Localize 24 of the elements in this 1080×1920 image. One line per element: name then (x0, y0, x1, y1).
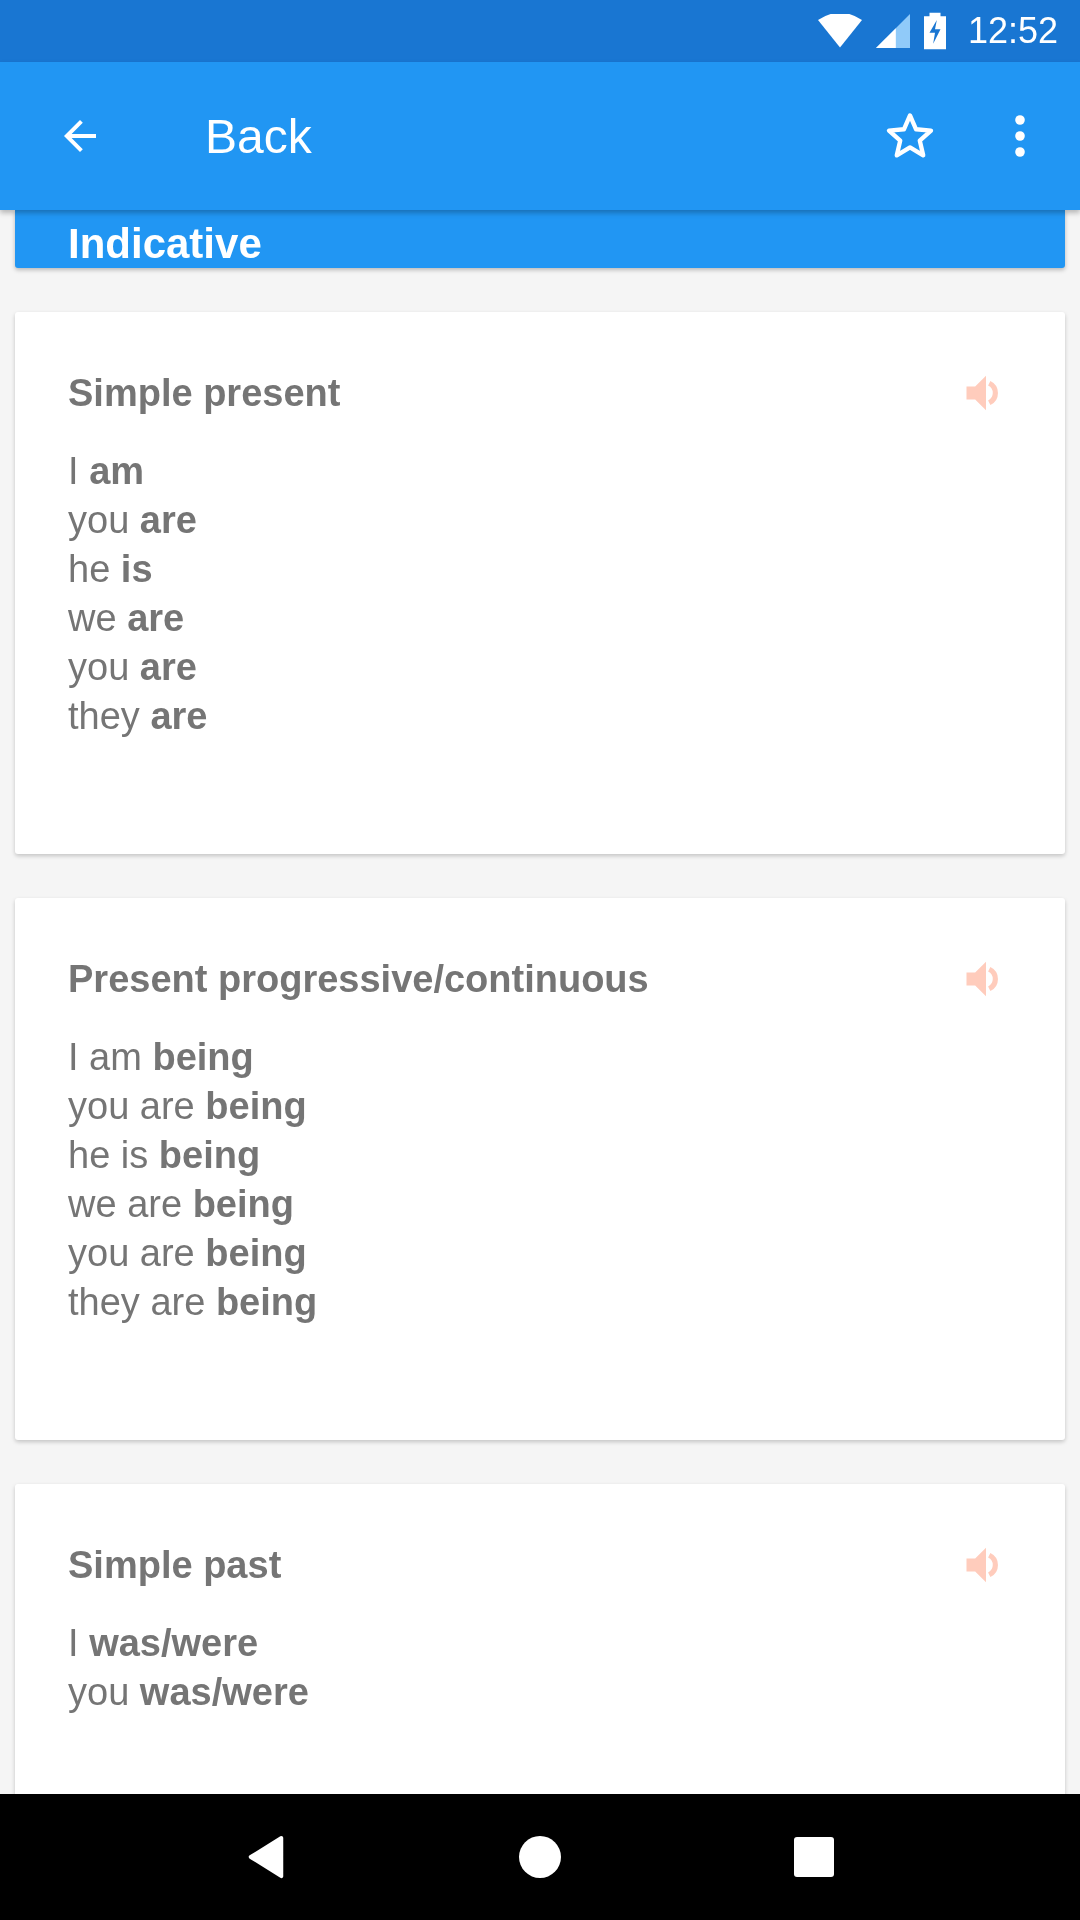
conjugation-line: they are (68, 694, 209, 739)
status-time: 12:52 (967, 10, 1058, 52)
recents-icon[interactable] (793, 1837, 834, 1877)
conjugation-line: he is being (68, 1133, 262, 1178)
conjugation-line: you are being (68, 1231, 308, 1276)
conjugation-line: you are (68, 645, 198, 690)
section-header: Indicative (15, 210, 1065, 268)
conjugation-line: I was/were (68, 1621, 260, 1666)
wifi-icon (817, 14, 862, 48)
signal-icon (875, 14, 910, 48)
conjugation-line: I am being (68, 1035, 255, 1080)
conjugation-line: they are being (68, 1280, 319, 1325)
card-title: Present progressive/continuous (68, 957, 649, 1001)
conjugation-line: you was/were (68, 1670, 310, 1715)
battery-icon (923, 12, 946, 50)
conjugation-line: you are being (68, 1084, 308, 1129)
conjugation-line: we are (68, 596, 186, 641)
conjugation-line: you are (68, 498, 198, 543)
home-icon[interactable] (519, 1836, 561, 1878)
conjugation-line: I am (68, 449, 146, 494)
card-title: Simple present (68, 371, 341, 415)
conjugation-line: we are being (68, 1182, 295, 1227)
conjugation-line: he is (68, 547, 154, 592)
card-title: Simple past (68, 1543, 282, 1587)
